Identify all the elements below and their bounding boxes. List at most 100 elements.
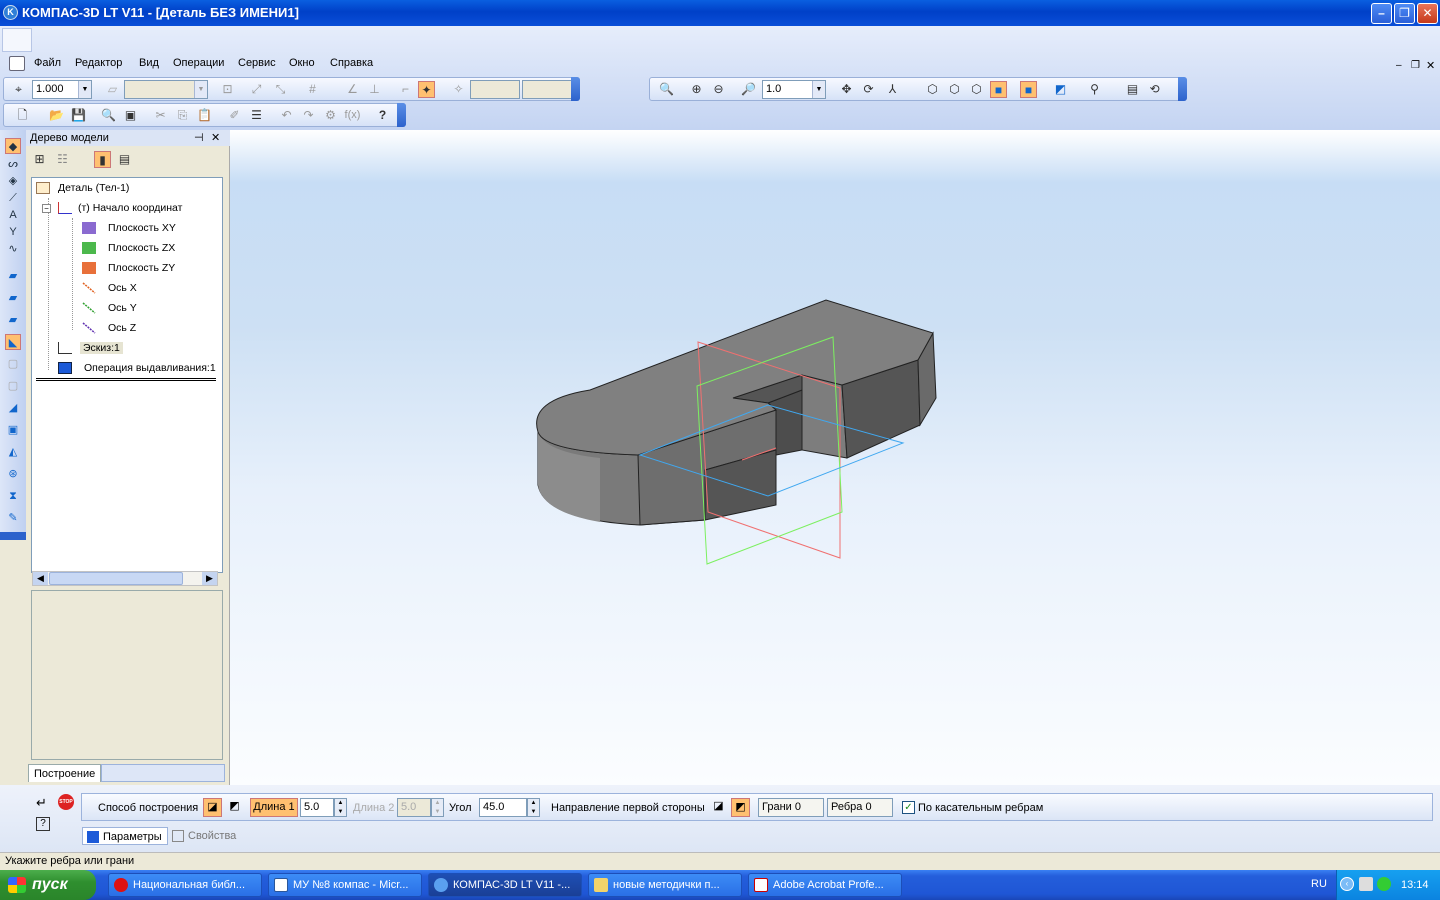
doc-close-button[interactable]: ✕ bbox=[1426, 59, 1435, 72]
coord-y-field[interactable] bbox=[522, 80, 572, 99]
library-icon[interactable]: ⚙ bbox=[322, 107, 339, 124]
layer-field[interactable]: ▼ bbox=[124, 80, 208, 99]
clock[interactable]: 13:14 bbox=[1401, 870, 1429, 900]
tree-item-part[interactable]: Деталь (Тел-1) bbox=[36, 180, 129, 196]
variables-icon[interactable]: f(x) bbox=[344, 107, 361, 124]
security-icon[interactable] bbox=[1377, 877, 1391, 891]
zoom-field[interactable]: 1.0 ▼ bbox=[762, 80, 826, 99]
pin-icon[interactable]: ⊣ bbox=[194, 130, 204, 146]
scroll-thumb[interactable] bbox=[49, 572, 183, 585]
zoom-in-icon[interactable]: ⊕ bbox=[688, 81, 705, 98]
tree-view-icon[interactable]: ▤ bbox=[1124, 81, 1141, 98]
menu-edit[interactable]: Редактор bbox=[75, 57, 122, 69]
close-icon[interactable]: ✕ bbox=[211, 130, 220, 146]
chamfer-op-icon[interactable]: ◣ bbox=[5, 334, 21, 350]
axis-icon[interactable]: ⊥ bbox=[366, 81, 383, 98]
round-icon[interactable]: ⌐ bbox=[397, 81, 414, 98]
tree-filter-icon[interactable]: ▤ bbox=[116, 151, 133, 168]
zoom-window-icon[interactable]: 🔍 bbox=[658, 81, 675, 98]
spin-icon[interactable]: ▲ ▼ bbox=[527, 798, 540, 817]
paste-icon[interactable]: 📋 bbox=[196, 107, 213, 124]
properties-icon[interactable]: ☰ bbox=[248, 107, 265, 124]
layer-icon[interactable]: ▱ bbox=[104, 81, 121, 98]
tab-parameters[interactable]: Параметры bbox=[82, 827, 168, 845]
snap-active-icon[interactable]: ✦ bbox=[418, 81, 435, 98]
shell-op-icon[interactable]: ▣ bbox=[5, 422, 21, 438]
method-distance-icon[interactable]: ◪ bbox=[203, 798, 222, 817]
doc-minimize-button[interactable]: – bbox=[1396, 60, 1402, 71]
save-icon[interactable]: 💾 bbox=[70, 107, 87, 124]
task-acrobat[interactable]: Adobe Acrobat Profe... bbox=[748, 873, 902, 897]
snap2-icon[interactable]: ⤡ bbox=[272, 81, 289, 98]
menu-operations[interactable]: Операции bbox=[173, 57, 224, 69]
shaded-edges-icon[interactable]: ■ bbox=[1020, 81, 1037, 98]
length1-label[interactable]: Длина 1 bbox=[250, 798, 298, 817]
tree-mode-icon[interactable]: ☷ bbox=[54, 151, 71, 168]
toolbar-chevron-icon[interactable] bbox=[397, 103, 406, 127]
edges-field[interactable]: Ребра 0 bbox=[827, 798, 893, 817]
tree-item-axis-y[interactable]: Ось Y bbox=[82, 300, 137, 316]
mirror-op-icon[interactable]: ⧗ bbox=[5, 488, 21, 504]
redo-icon[interactable]: ↷ bbox=[300, 107, 317, 124]
toolbar-handle[interactable] bbox=[2, 28, 32, 52]
format-icon[interactable]: ✐ bbox=[226, 107, 243, 124]
thin-lines-icon[interactable]: ⬡ bbox=[968, 81, 985, 98]
tree-item-plane-xy[interactable]: Плоскость XY bbox=[82, 220, 176, 236]
tab-construction[interactable]: Построение bbox=[28, 764, 102, 782]
angle-field[interactable]: 45.0 ▲ ▼ bbox=[479, 798, 540, 817]
hidden-lines-icon[interactable]: ⬡ bbox=[946, 81, 963, 98]
length2-field[interactable]: 5.0 ▲ ▼ bbox=[397, 798, 444, 817]
task-folder[interactable]: новые методички п... bbox=[588, 873, 742, 897]
method-angle-icon[interactable]: ◩ bbox=[225, 798, 244, 817]
undo-icon[interactable]: ↶ bbox=[278, 107, 295, 124]
chevron-down-icon[interactable]: ▼ bbox=[194, 81, 207, 98]
faces-field[interactable]: Грани 0 bbox=[758, 798, 824, 817]
task-kompas[interactable]: КОМПАС-3D LT V11 -... bbox=[428, 873, 582, 897]
menu-view[interactable]: Вид bbox=[139, 57, 159, 69]
tree-item-extrude[interactable]: Операция выдавливания:1 bbox=[58, 360, 216, 376]
coord-icon[interactable]: ✧ bbox=[450, 81, 467, 98]
refresh-icon[interactable]: ⟲ bbox=[1146, 81, 1163, 98]
manager-icon[interactable]: ▣ bbox=[122, 107, 139, 124]
network-icon[interactable] bbox=[1359, 877, 1373, 891]
coord-x-field[interactable] bbox=[470, 80, 520, 99]
rib-op-icon[interactable]: ◭ bbox=[5, 444, 21, 460]
tab-properties[interactable]: Свойства bbox=[168, 827, 241, 845]
zoom-all-icon[interactable]: 🔎 bbox=[740, 81, 757, 98]
shaded-icon[interactable]: ■ bbox=[990, 81, 1007, 98]
auxiliary-geometry-icon[interactable]: ⟋ bbox=[5, 190, 21, 206]
scale-field[interactable]: 1.000 ▼ bbox=[32, 80, 92, 99]
tree-item-axis-z[interactable]: Ось Z bbox=[82, 320, 136, 336]
start-button[interactable]: пуск bbox=[0, 870, 96, 900]
spin-icon[interactable]: ▲ ▼ bbox=[431, 798, 444, 817]
copy-icon[interactable]: ⎘ bbox=[174, 107, 191, 124]
task-opera[interactable]: Национальная библ... bbox=[108, 873, 262, 897]
rotate-op-icon[interactable]: ▰ bbox=[5, 290, 21, 306]
scroll-right-icon[interactable]: ▶ bbox=[202, 572, 217, 585]
help-icon[interactable]: ? bbox=[36, 817, 50, 831]
loft-op-icon[interactable]: ▢ bbox=[5, 356, 21, 372]
doc-restore-button[interactable]: ❐ bbox=[1411, 60, 1420, 71]
collapse-icon[interactable]: − bbox=[42, 204, 51, 213]
zoom-out-icon[interactable]: ⊖ bbox=[710, 81, 727, 98]
snap-icon[interactable]: ⤢ bbox=[248, 81, 265, 98]
document-icon[interactable] bbox=[9, 56, 25, 71]
chevron-down-icon[interactable]: ▼ bbox=[812, 81, 825, 98]
task-word[interactable]: МУ №8 компас - Micr... bbox=[268, 873, 422, 897]
open-folder-icon[interactable]: 📂 bbox=[48, 107, 65, 124]
menu-help[interactable]: Справка bbox=[330, 57, 373, 69]
direction-forward-icon[interactable]: ◪ bbox=[709, 798, 728, 817]
tree-item-plane-zy[interactable]: Плоскость ZY bbox=[82, 260, 175, 276]
filter-icon[interactable]: Y bbox=[5, 224, 21, 240]
editing-details-icon[interactable]: ◆ bbox=[5, 138, 21, 154]
pan-icon[interactable]: ✥ bbox=[838, 81, 855, 98]
close-button[interactable]: ✕ bbox=[1417, 3, 1438, 24]
array-op-icon[interactable]: ⊛ bbox=[5, 466, 21, 482]
compact-chevron-icon[interactable] bbox=[0, 532, 26, 540]
minimize-button[interactable]: – bbox=[1371, 3, 1392, 24]
direction-reverse-icon[interactable]: ◩ bbox=[731, 798, 750, 817]
dimensions-icon[interactable]: A bbox=[5, 207, 21, 223]
menu-service[interactable]: Сервис bbox=[238, 57, 276, 69]
tangent-checkbox[interactable]: ✓ bbox=[902, 801, 915, 814]
language-indicator[interactable]: RU bbox=[1311, 878, 1327, 890]
